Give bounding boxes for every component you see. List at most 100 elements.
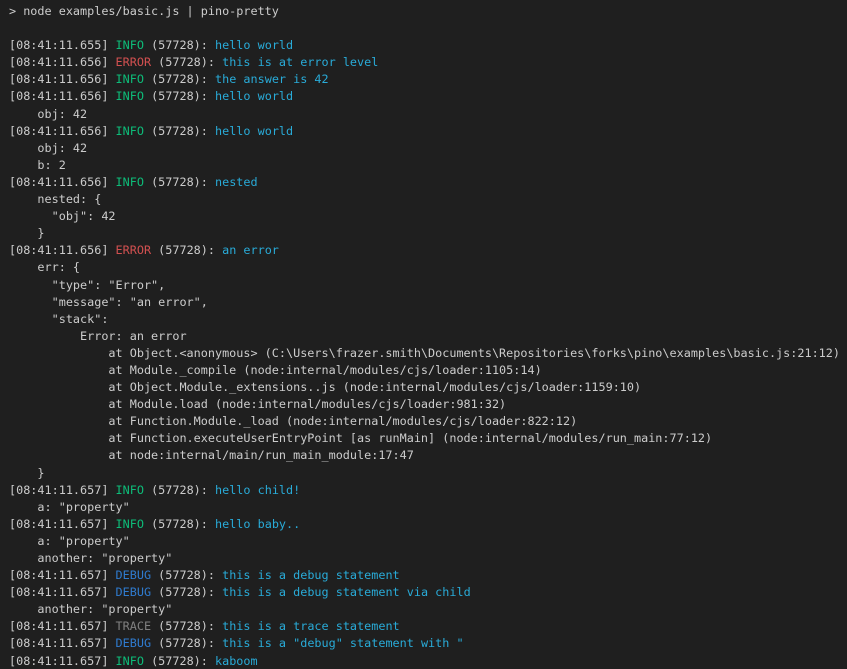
terminal-line: [08:41:11.656] INFO (57728): nested xyxy=(9,174,847,191)
terminal-line: [08:41:11.656] INFO (57728): hello world xyxy=(9,123,847,140)
terminal-text-segment: nested: { xyxy=(9,192,101,206)
terminal-text-segment: another: "property" xyxy=(9,602,172,616)
terminal-text-segment: hello child! xyxy=(215,483,300,497)
terminal-text-segment: hello world xyxy=(215,89,293,103)
terminal-text-segment: this is a debug statement xyxy=(222,568,400,582)
terminal-line: a: "property" xyxy=(9,499,847,516)
terminal-text-segment: (57728): xyxy=(144,89,215,103)
terminal-text-segment: this is a "debug" statement with " xyxy=(222,636,463,650)
terminal-text-segment: at Function.Module._load (node:internal/… xyxy=(9,414,577,428)
terminal-text-segment: "obj": 42 xyxy=(9,209,116,223)
terminal-line: [08:41:11.657] DEBUG (57728): this is a … xyxy=(9,635,847,652)
terminal-text-segment: err: { xyxy=(9,260,80,274)
terminal-text-segment: the answer is 42 xyxy=(215,72,329,86)
terminal-text-segment: DEBUG xyxy=(116,568,152,582)
terminal-line: err: { xyxy=(9,259,847,276)
terminal-text-segment: INFO xyxy=(116,72,144,86)
terminal-text-segment: (57728): xyxy=(144,483,215,497)
terminal-text-segment: [08:41:11.657] xyxy=(9,654,116,668)
terminal-text-segment: at Function.executeUserEntryPoint [as ru… xyxy=(9,431,712,445)
terminal-text-segment: } xyxy=(9,466,45,480)
terminal-line: at Function.executeUserEntryPoint [as ru… xyxy=(9,430,847,447)
terminal-line: nested: { xyxy=(9,191,847,208)
terminal-line: "type": "Error", xyxy=(9,277,847,294)
terminal-text-segment: [08:41:11.656] xyxy=(9,124,116,138)
terminal-line: [08:41:11.656] ERROR (57728): this is at… xyxy=(9,54,847,71)
terminal-line: b: 2 xyxy=(9,157,847,174)
terminal-line: another: "property" xyxy=(9,550,847,567)
terminal-text-segment: (57728): xyxy=(144,38,215,52)
terminal-text-segment: hello world xyxy=(215,124,293,138)
terminal-text-segment: "type": "Error", xyxy=(9,278,165,292)
terminal-line: [08:41:11.657] DEBUG (57728): this is a … xyxy=(9,567,847,584)
terminal-text-segment: [08:41:11.657] xyxy=(9,517,116,531)
terminal-line: another: "property" xyxy=(9,601,847,618)
terminal-line: at node:internal/main/run_main_module:17… xyxy=(9,447,847,464)
terminal-text-segment: ERROR xyxy=(116,55,152,69)
terminal-text-segment: "message": "an error", xyxy=(9,295,208,309)
terminal-text-segment: a: "property" xyxy=(9,500,130,514)
terminal-text-segment: [08:41:11.656] xyxy=(9,243,116,257)
command-line: > node examples/basic.js | pino-pretty xyxy=(9,3,847,20)
terminal-text-segment: this is at error level xyxy=(222,55,378,69)
terminal-line: [08:41:11.656] INFO (57728): hello world xyxy=(9,88,847,105)
terminal-text-segment: (57728): xyxy=(151,243,222,257)
terminal-line: Error: an error xyxy=(9,328,847,345)
terminal-text-segment: at node:internal/main/run_main_module:17… xyxy=(9,448,414,462)
terminal-text-segment: [08:41:11.656] xyxy=(9,55,116,69)
terminal-line: } xyxy=(9,225,847,242)
terminal-text-segment: (57728): xyxy=(151,55,222,69)
terminal-text-segment: ERROR xyxy=(116,243,152,257)
terminal-text-segment: (57728): xyxy=(144,654,215,668)
terminal-text-segment: this is a trace statement xyxy=(222,619,400,633)
terminal-text-segment: INFO xyxy=(116,175,144,189)
terminal-line: [08:41:11.657] DEBUG (57728): this is a … xyxy=(9,584,847,601)
terminal-text-segment: (57728): xyxy=(151,568,222,582)
terminal-line: [08:41:11.657] INFO (57728): kaboom xyxy=(9,653,847,669)
terminal-line: "message": "an error", xyxy=(9,294,847,311)
terminal-text-segment: [08:41:11.657] xyxy=(9,568,116,582)
terminal-text-segment: this is a debug statement via child xyxy=(222,585,471,599)
terminal-text-segment: INFO xyxy=(116,89,144,103)
terminal-text-segment: at Module.load (node:internal/modules/cj… xyxy=(9,397,506,411)
terminal-text-segment: hello baby.. xyxy=(215,517,300,531)
terminal-text-segment: hello world xyxy=(215,38,293,52)
terminal-text-segment: b: 2 xyxy=(9,158,66,172)
terminal-text-segment: > node examples/basic.js | pino-pretty xyxy=(9,4,279,18)
terminal-line: at Module.load (node:internal/modules/cj… xyxy=(9,396,847,413)
terminal-text-segment: INFO xyxy=(116,483,144,497)
terminal-text-segment: an error xyxy=(222,243,279,257)
terminal-line: [08:41:11.657] INFO (57728): hello child… xyxy=(9,482,847,499)
terminal-line: at Object.Module._extensions..js (node:i… xyxy=(9,379,847,396)
terminal-line: "obj": 42 xyxy=(9,208,847,225)
terminal-line: at Module._compile (node:internal/module… xyxy=(9,362,847,379)
terminal-line: [08:41:11.656] INFO (57728): the answer … xyxy=(9,71,847,88)
terminal-text-segment: [08:41:11.657] xyxy=(9,585,116,599)
terminal-text-segment: (57728): xyxy=(144,124,215,138)
terminal-line: [08:41:11.656] ERROR (57728): an error xyxy=(9,242,847,259)
terminal-text-segment: Error: an error xyxy=(9,329,187,343)
terminal-line: "stack": xyxy=(9,311,847,328)
terminal-output[interactable]: > node examples/basic.js | pino-pretty [… xyxy=(0,0,847,669)
terminal-line: [08:41:11.655] INFO (57728): hello world xyxy=(9,37,847,54)
terminal-text-segment: [08:41:11.657] xyxy=(9,636,116,650)
terminal-text-segment: (57728): xyxy=(151,585,222,599)
terminal-text-segment: [08:41:11.655] xyxy=(9,38,116,52)
terminal-text-segment: "stack": xyxy=(9,312,108,326)
terminal-text-segment: TRACE xyxy=(116,619,152,633)
terminal-text-segment: another: "property" xyxy=(9,551,172,565)
terminal-text-segment: [08:41:11.656] xyxy=(9,89,116,103)
terminal-line xyxy=(9,20,847,37)
terminal-text-segment: (57728): xyxy=(144,72,215,86)
terminal-line: a: "property" xyxy=(9,533,847,550)
terminal-text-segment: kaboom xyxy=(215,654,258,668)
terminal-line: } xyxy=(9,465,847,482)
terminal-text-segment: at Object.Module._extensions..js (node:i… xyxy=(9,380,641,394)
terminal-line: [08:41:11.657] TRACE (57728): this is a … xyxy=(9,618,847,635)
terminal-text-segment: at Module._compile (node:internal/module… xyxy=(9,363,542,377)
terminal-text-segment: (57728): xyxy=(151,619,222,633)
terminal-text-segment: INFO xyxy=(116,38,144,52)
terminal-text-segment: (57728): xyxy=(151,636,222,650)
terminal-text-segment: DEBUG xyxy=(116,585,152,599)
terminal-line: obj: 42 xyxy=(9,106,847,123)
